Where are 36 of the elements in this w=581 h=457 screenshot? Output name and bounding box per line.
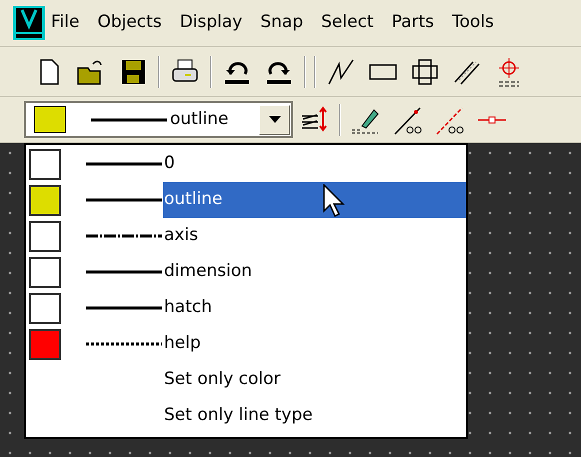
menu-item[interactable]: Tools bbox=[452, 10, 494, 36]
menu-item[interactable]: Snap bbox=[260, 10, 304, 36]
line-style-icon bbox=[86, 161, 162, 167]
layer-list-item[interactable]: Set only line type bbox=[26, 398, 466, 434]
line-style-icon bbox=[86, 233, 162, 239]
layer-list-item[interactable]: outline bbox=[26, 182, 466, 218]
item-label: help bbox=[163, 332, 202, 356]
menu-item[interactable]: Display bbox=[180, 10, 242, 36]
line-style-icon bbox=[86, 305, 162, 311]
layer-combo-box[interactable]: outline bbox=[24, 101, 293, 138]
caret-icon bbox=[268, 116, 280, 123]
dropdown-button[interactable] bbox=[259, 104, 290, 134]
app-logo-icon bbox=[13, 6, 45, 40]
item-label: Set only color bbox=[163, 368, 282, 392]
layer-list-item[interactable]: hatch bbox=[26, 290, 466, 326]
line-style-icon bbox=[91, 116, 167, 122]
menu-item[interactable]: Parts bbox=[392, 10, 434, 36]
mouse-cursor-icon bbox=[323, 184, 347, 218]
layer-list-item[interactable]: 0 bbox=[26, 146, 466, 182]
line-style-icon bbox=[86, 341, 162, 347]
menu-item[interactable]: Select bbox=[321, 10, 374, 36]
combo-value: outline bbox=[170, 108, 229, 131]
item-label: dimension bbox=[163, 260, 254, 284]
layer-list-item[interactable]: help bbox=[26, 326, 466, 362]
item-label: hatch bbox=[163, 296, 213, 320]
menu-item[interactable]: File bbox=[51, 10, 80, 36]
item-label: Set only line type bbox=[163, 404, 314, 428]
layer-list-item[interactable]: Set only color bbox=[26, 362, 466, 398]
layer-list-item[interactable]: axis bbox=[26, 218, 466, 254]
item-label: outline bbox=[163, 182, 466, 218]
item-label: axis bbox=[163, 224, 200, 248]
line-style-icon bbox=[86, 197, 162, 203]
item-label: 0 bbox=[163, 152, 176, 176]
line-style-icon bbox=[86, 269, 162, 275]
layer-list-item[interactable]: dimension bbox=[26, 254, 466, 290]
menu-item[interactable]: Objects bbox=[97, 10, 162, 36]
